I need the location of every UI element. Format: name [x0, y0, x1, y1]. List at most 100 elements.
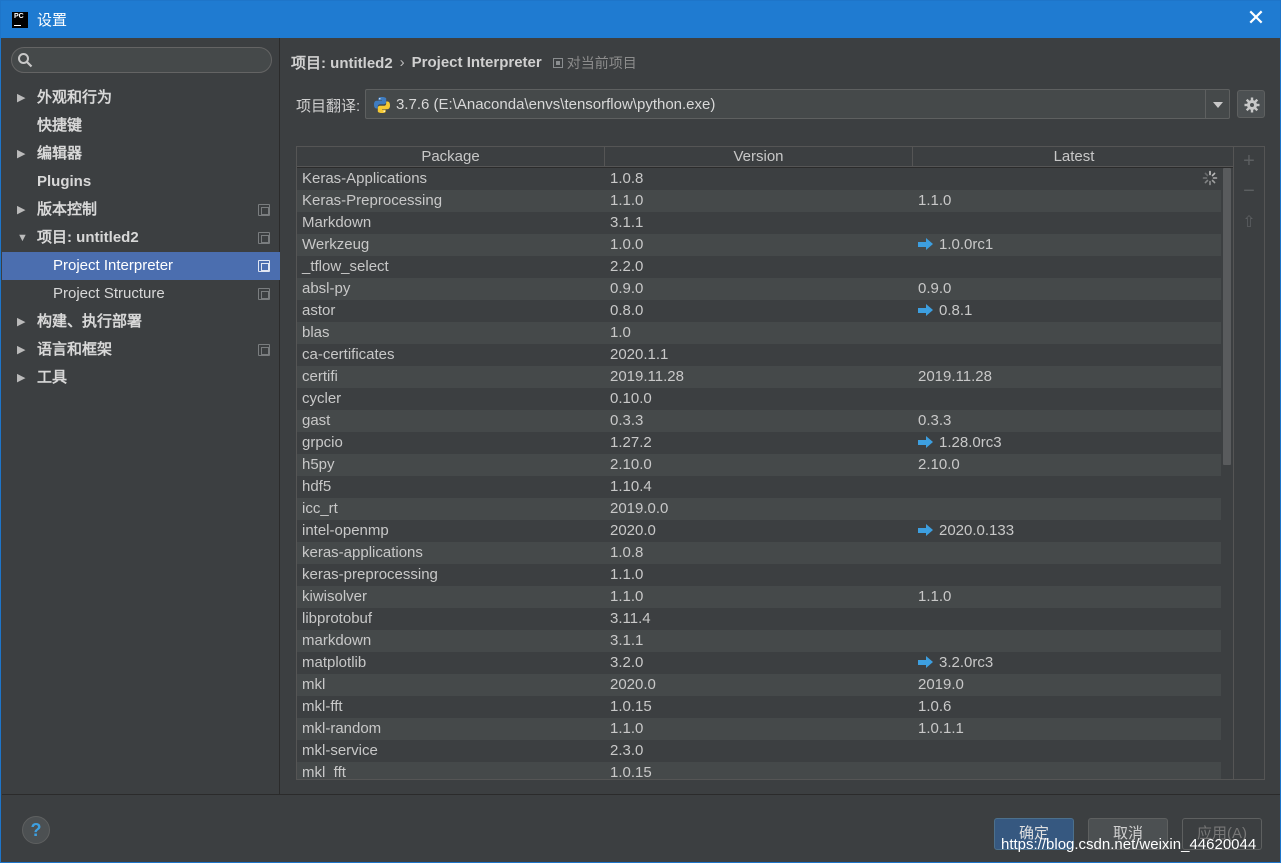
table-row[interactable]: keras-applications 1.0.8	[297, 542, 1221, 564]
package-latest-cell	[913, 322, 1221, 344]
package-name-cell: blas	[302, 324, 330, 341]
interpreter-settings-button[interactable]	[1237, 90, 1265, 118]
latest-version-text: 1.0.6	[918, 698, 952, 715]
help-button[interactable]: ?	[22, 816, 50, 844]
sidebar-item[interactable]: ▶ 语言和框架	[2, 336, 280, 364]
package-name-cell: mkl_fft	[302, 764, 346, 780]
latest-version-text: 1.28.0rc3	[939, 434, 1002, 451]
table-row[interactable]: mkl 2020.0 2019.0	[297, 674, 1221, 696]
chevron-right-icon[interactable]: ▶	[17, 308, 25, 336]
package-latest-cell: 1.0.1.1	[913, 718, 1221, 740]
sidebar-item-label: 语言和框架	[37, 341, 113, 358]
sidebar-item[interactable]: ▶ 构建、执行部署	[2, 308, 280, 336]
sidebar-item-label: 工具	[37, 369, 68, 386]
table-row[interactable]: kiwisolver 1.1.0 1.1.0	[297, 586, 1221, 608]
chevron-right-icon[interactable]: ▶	[17, 336, 25, 364]
package-version-cell: 1.0.8	[610, 544, 644, 561]
chevron-right-icon[interactable]: ▶	[17, 196, 25, 224]
sidebar-item[interactable]: ▶ 版本控制	[2, 196, 280, 224]
table-row[interactable]: mkl_fft 1.0.15	[297, 762, 1221, 780]
package-version-cell: 0.3.3	[610, 412, 644, 429]
sidebar-item[interactable]: Plugins	[2, 168, 280, 196]
table-row[interactable]: blas 1.0	[297, 322, 1221, 344]
table-row[interactable]: icc_rt 2019.0.0	[297, 498, 1221, 520]
chevron-right-icon[interactable]: ▶	[17, 84, 25, 112]
sidebar-item[interactable]: ▶ 编辑器	[2, 140, 280, 168]
package-latest-cell	[913, 542, 1221, 564]
chevron-down-icon[interactable]	[1205, 90, 1229, 118]
upgrade-package-icon[interactable]: ⇧	[1241, 215, 1257, 231]
package-name-cell: certifi	[302, 368, 338, 385]
search-input[interactable]	[11, 47, 272, 73]
upgrade-arrow-icon	[918, 304, 933, 316]
table-row[interactable]: _tflow_select 2.2.0	[297, 256, 1221, 278]
package-version-cell: 0.10.0	[610, 390, 652, 407]
sidebar-item[interactable]: ▶ 工具	[2, 364, 280, 392]
remove-package-icon[interactable]: −	[1241, 181, 1257, 201]
package-version-cell: 3.1.1	[610, 632, 644, 649]
chevron-right-icon[interactable]: ▶	[17, 364, 25, 392]
table-row[interactable]: intel-openmp 2020.0 2020.0.133	[297, 520, 1221, 542]
table-row[interactable]: Keras-Applications 1.0.8	[297, 168, 1221, 190]
gear-icon	[1244, 97, 1260, 113]
table-row[interactable]: keras-preprocessing 1.1.0	[297, 564, 1221, 586]
table-row[interactable]: mkl-random 1.1.0 1.0.1.1	[297, 718, 1221, 740]
sidebar-item-label: 编辑器	[37, 145, 83, 162]
settings-sidebar: ▶ 外观和行为 快捷键 ▶ 编辑器 Plugins ▶ 版本控制 ▼ 项目: untitled2 P…	[2, 38, 280, 794]
package-version-cell: 2.2.0	[610, 258, 644, 275]
project-scope-icon	[258, 204, 270, 216]
interpreter-value: 3.7.6 (E:\Anaconda\envs\tensorflow\pytho…	[396, 96, 716, 113]
sidebar-item[interactable]: ▶ 外观和行为	[2, 84, 280, 112]
latest-version-text: 1.1.0	[918, 588, 952, 605]
table-row[interactable]: mkl-fft 1.0.15 1.0.6	[297, 696, 1221, 718]
table-row[interactable]: ca-certificates 2020.1.1	[297, 344, 1221, 366]
column-header-package[interactable]: Package	[297, 147, 605, 167]
package-latest-cell: 2020.0.133	[913, 520, 1221, 542]
project-scope-icon	[552, 57, 563, 68]
package-version-cell: 1.0.15	[610, 764, 652, 780]
package-name-cell: grpcio	[302, 434, 343, 451]
sidebar-item-label: Project Interpreter	[53, 257, 174, 274]
table-row[interactable]: Werkzeug 1.0.0 1.0.0rc1	[297, 234, 1221, 256]
table-row[interactable]: mkl-service 2.3.0	[297, 740, 1221, 762]
table-row[interactable]: grpcio 1.27.2 1.28.0rc3	[297, 432, 1221, 454]
package-name-cell: keras-applications	[302, 544, 423, 561]
sidebar-item[interactable]: ▼ 项目: untitled2	[2, 224, 280, 252]
close-button[interactable]: ✕	[1246, 7, 1266, 29]
interpreter-select[interactable]: 3.7.6 (E:\Anaconda\envs\tensorflow\pytho…	[365, 89, 1230, 119]
project-scope-icon	[258, 288, 270, 300]
table-scrollbar[interactable]	[1221, 168, 1233, 779]
latest-version-text: 0.8.1	[939, 302, 973, 319]
table-row[interactable]: gast 0.3.3 0.3.3	[297, 410, 1221, 432]
chevron-down-icon[interactable]: ▼	[17, 224, 28, 252]
column-header-latest[interactable]: Latest	[913, 147, 1233, 167]
package-name-cell: ca-certificates	[302, 346, 395, 363]
table-row[interactable]: certifi 2019.11.28 2019.11.28	[297, 366, 1221, 388]
table-row[interactable]: Markdown 3.1.1	[297, 212, 1221, 234]
chevron-right-icon[interactable]: ▶	[17, 140, 25, 168]
table-row[interactable]: h5py 2.10.0 2.10.0	[297, 454, 1221, 476]
package-latest-cell: 1.28.0rc3	[913, 432, 1221, 454]
package-latest-cell: 2019.11.28	[913, 366, 1221, 388]
packages-table: Package Version Latest Keras-Application…	[296, 146, 1234, 780]
package-version-cell: 1.1.0	[610, 192, 644, 209]
table-row[interactable]: astor 0.8.0 0.8.1	[297, 300, 1221, 322]
window-title: 设置	[37, 12, 68, 29]
table-row[interactable]: absl-py 0.9.0 0.9.0	[297, 278, 1221, 300]
table-row[interactable]: cycler 0.10.0	[297, 388, 1221, 410]
sidebar-item[interactable]: Project Structure	[2, 280, 280, 308]
package-name-cell: matplotlib	[302, 654, 367, 671]
scrollbar-thumb[interactable]	[1223, 168, 1231, 465]
sidebar-item[interactable]: Project Interpreter	[2, 252, 280, 280]
column-header-version[interactable]: Version	[605, 147, 913, 167]
table-row[interactable]: Keras-Preprocessing 1.1.0 1.1.0	[297, 190, 1221, 212]
table-row[interactable]: hdf5 1.10.4	[297, 476, 1221, 498]
loading-spinner-icon	[1202, 170, 1218, 186]
sidebar-item[interactable]: 快捷键	[2, 112, 280, 140]
table-row[interactable]: matplotlib 3.2.0 3.2.0rc3	[297, 652, 1221, 674]
package-version-cell: 1.10.4	[610, 478, 652, 495]
table-row[interactable]: markdown 3.1.1	[297, 630, 1221, 652]
table-row[interactable]: libprotobuf 3.11.4	[297, 608, 1221, 630]
add-package-icon[interactable]: +	[1241, 151, 1257, 171]
package-latest-cell: 1.0.6	[913, 696, 1221, 718]
